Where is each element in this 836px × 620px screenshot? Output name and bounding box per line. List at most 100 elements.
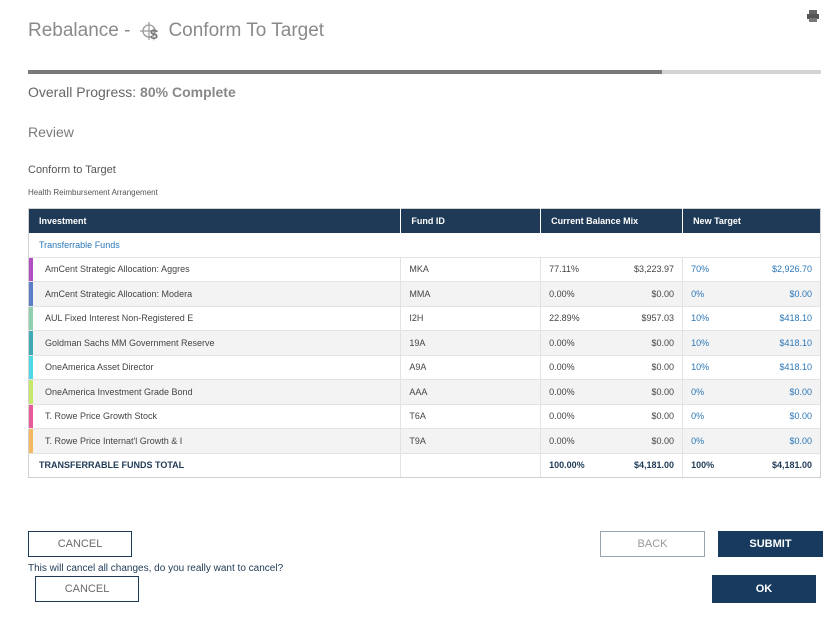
new-target-amount: $0.00 — [730, 428, 821, 454]
fund-color-swatch — [29, 282, 33, 306]
new-target-amount: $0.00 — [730, 281, 821, 307]
title-main: Conform To Target — [168, 20, 325, 41]
progress-label: Overall Progress: — [28, 84, 137, 100]
fund-id: A9A — [400, 355, 542, 380]
table-row: T. Rowe Price Growth Stock T6A 0.00% $0.00 0… — [28, 404, 821, 429]
investment-name: T. Rowe Price Growth Stock — [28, 404, 401, 429]
fund-color-swatch — [29, 306, 33, 330]
fund-id: AAA — [400, 379, 542, 405]
progress-fill — [28, 70, 663, 74]
cancel-button[interactable]: CANCEL — [28, 531, 132, 557]
investment-name-text: AUL Fixed Interest Non-Registered E — [45, 313, 194, 324]
current-pct: 0.00% — [540, 330, 603, 356]
total-label: TRANSFERRABLE FUNDS TOTAL — [28, 453, 401, 478]
fund-id: T6A — [400, 404, 542, 429]
new-target-pct: 0% — [682, 379, 731, 405]
table-row: OneAmerica Investment Grade Bond AAA 0.00%… — [28, 379, 821, 405]
current-amount: $0.00 — [602, 330, 683, 356]
new-target-pct: 0% — [682, 281, 731, 307]
svg-text:$: $ — [150, 26, 158, 42]
current-pct: 0.00% — [540, 404, 603, 429]
investment-name-text: OneAmerica Asset Director — [45, 362, 154, 373]
current-amount: $0.00 — [602, 355, 683, 380]
progress-percent: 80% — [140, 84, 169, 100]
target-dollar-icon: $ — [140, 20, 162, 42]
investment-name-text: AmCent Strategic Allocation: Modera — [45, 288, 193, 299]
new-target-pct: 10% — [682, 306, 731, 331]
new-target-amount: $418.10 — [730, 306, 821, 331]
table-row: AmCent Strategic Allocation: Modera MMA 0.… — [28, 281, 821, 307]
back-button[interactable]: BACK — [600, 531, 705, 557]
table-header: Investment Fund ID Current Balance Mix N… — [28, 208, 821, 233]
fund-color-swatch — [29, 257, 33, 281]
fund-id: T9A — [400, 428, 542, 454]
submit-button[interactable]: SUBMIT — [718, 531, 823, 557]
investment-name-text: OneAmerica Investment Grade Bond — [45, 386, 193, 397]
fund-color-swatch — [29, 404, 33, 428]
new-target-amount: $2,926.70 — [730, 257, 821, 282]
table-row: AUL Fixed Interest Non-Registered E I2H 22… — [28, 306, 821, 331]
investment-name: Goldman Sachs MM Government Reserve — [28, 330, 401, 356]
total-cur-pct: 100.00% — [540, 453, 603, 478]
investment-name: OneAmerica Investment Grade Bond — [28, 379, 401, 405]
overall-progress: Overall Progress: 80% Complete — [28, 84, 236, 100]
fund-id: 19A — [400, 330, 542, 356]
current-amount: $3,223.97 — [602, 257, 683, 282]
table-row: AmCent Strategic Allocation: Aggres MKA 77… — [28, 257, 821, 282]
print-icon[interactable] — [806, 9, 820, 23]
cancel-confirm-button[interactable]: CANCEL — [35, 576, 139, 602]
fund-color-swatch — [29, 331, 33, 355]
investment-name: AmCent Strategic Allocation: Modera — [28, 281, 401, 307]
new-target-amount: $418.10 — [730, 355, 821, 380]
table-row: Goldman Sachs MM Government Reserve 19A 0.… — [28, 330, 821, 356]
ok-button[interactable]: OK — [712, 575, 816, 603]
investment-name: AmCent Strategic Allocation: Aggres — [28, 257, 401, 282]
col-fund-id: Fund ID — [400, 208, 542, 233]
investment-name-text: T. Rowe Price Growth Stock — [45, 411, 158, 422]
investment-name-text: Goldman Sachs MM Government Reserve — [45, 337, 215, 348]
current-amount: $957.03 — [602, 306, 683, 331]
group-label: Transferrable Funds — [28, 232, 821, 258]
page-title: Rebalance - $ Conform To Target — [28, 20, 324, 42]
total-row: TRANSFERRABLE FUNDS TOTAL 100.00% $4,181… — [28, 453, 821, 478]
page: Rebalance - $ Conform To Target Overall … — [0, 0, 836, 620]
fund-color-swatch — [29, 429, 33, 453]
plan-name: Health Reimbursement Arrangement — [28, 188, 158, 197]
total-new-pct: 100% — [682, 453, 731, 478]
new-target-amount: $418.10 — [730, 330, 821, 356]
current-amount: $0.00 — [602, 404, 683, 429]
current-pct: 0.00% — [540, 428, 603, 454]
investment-name: AUL Fixed Interest Non-Registered E — [28, 306, 401, 331]
new-target-amount: $0.00 — [730, 379, 821, 405]
current-amount: $0.00 — [602, 428, 683, 454]
current-pct: 22.89% — [540, 306, 603, 331]
progress-complete: Complete — [171, 84, 236, 100]
col-new-target: New Target — [682, 208, 821, 233]
total-new-amt: $4,181.00 — [730, 453, 821, 478]
fund-id: MKA — [400, 257, 542, 282]
current-pct: 0.00% — [540, 355, 603, 380]
total-cur-amt: $4,181.00 — [602, 453, 683, 478]
new-target-pct: 0% — [682, 428, 731, 454]
group-row: Transferrable Funds — [28, 232, 821, 258]
new-target-amount: $0.00 — [730, 404, 821, 429]
total-fund — [400, 453, 542, 478]
new-target-pct: 70% — [682, 257, 731, 282]
col-investment: Investment — [28, 208, 402, 233]
review-heading: Review — [28, 124, 74, 140]
cancel-confirm-message: This will cancel all changes, do you rea… — [28, 563, 284, 574]
investment-name-text: T. Rowe Price Internat'l Growth & I — [45, 435, 183, 446]
conform-heading: Conform to Target — [28, 164, 116, 176]
new-target-pct: 10% — [682, 355, 731, 380]
table-row: OneAmerica Asset Director A9A 0.00% $0.00 10… — [28, 355, 821, 380]
current-amount: $0.00 — [602, 281, 683, 307]
current-pct: 0.00% — [540, 379, 603, 405]
current-pct: 0.00% — [540, 281, 603, 307]
col-current-balance-mix: Current Balance Mix — [540, 208, 684, 233]
investment-table: Investment Fund ID Current Balance Mix N… — [28, 208, 821, 478]
new-target-pct: 0% — [682, 404, 731, 429]
fund-id: I2H — [400, 306, 542, 331]
title-prefix: Rebalance - — [28, 20, 131, 41]
current-amount: $0.00 — [602, 379, 683, 405]
current-pct: 77.11% — [540, 257, 603, 282]
